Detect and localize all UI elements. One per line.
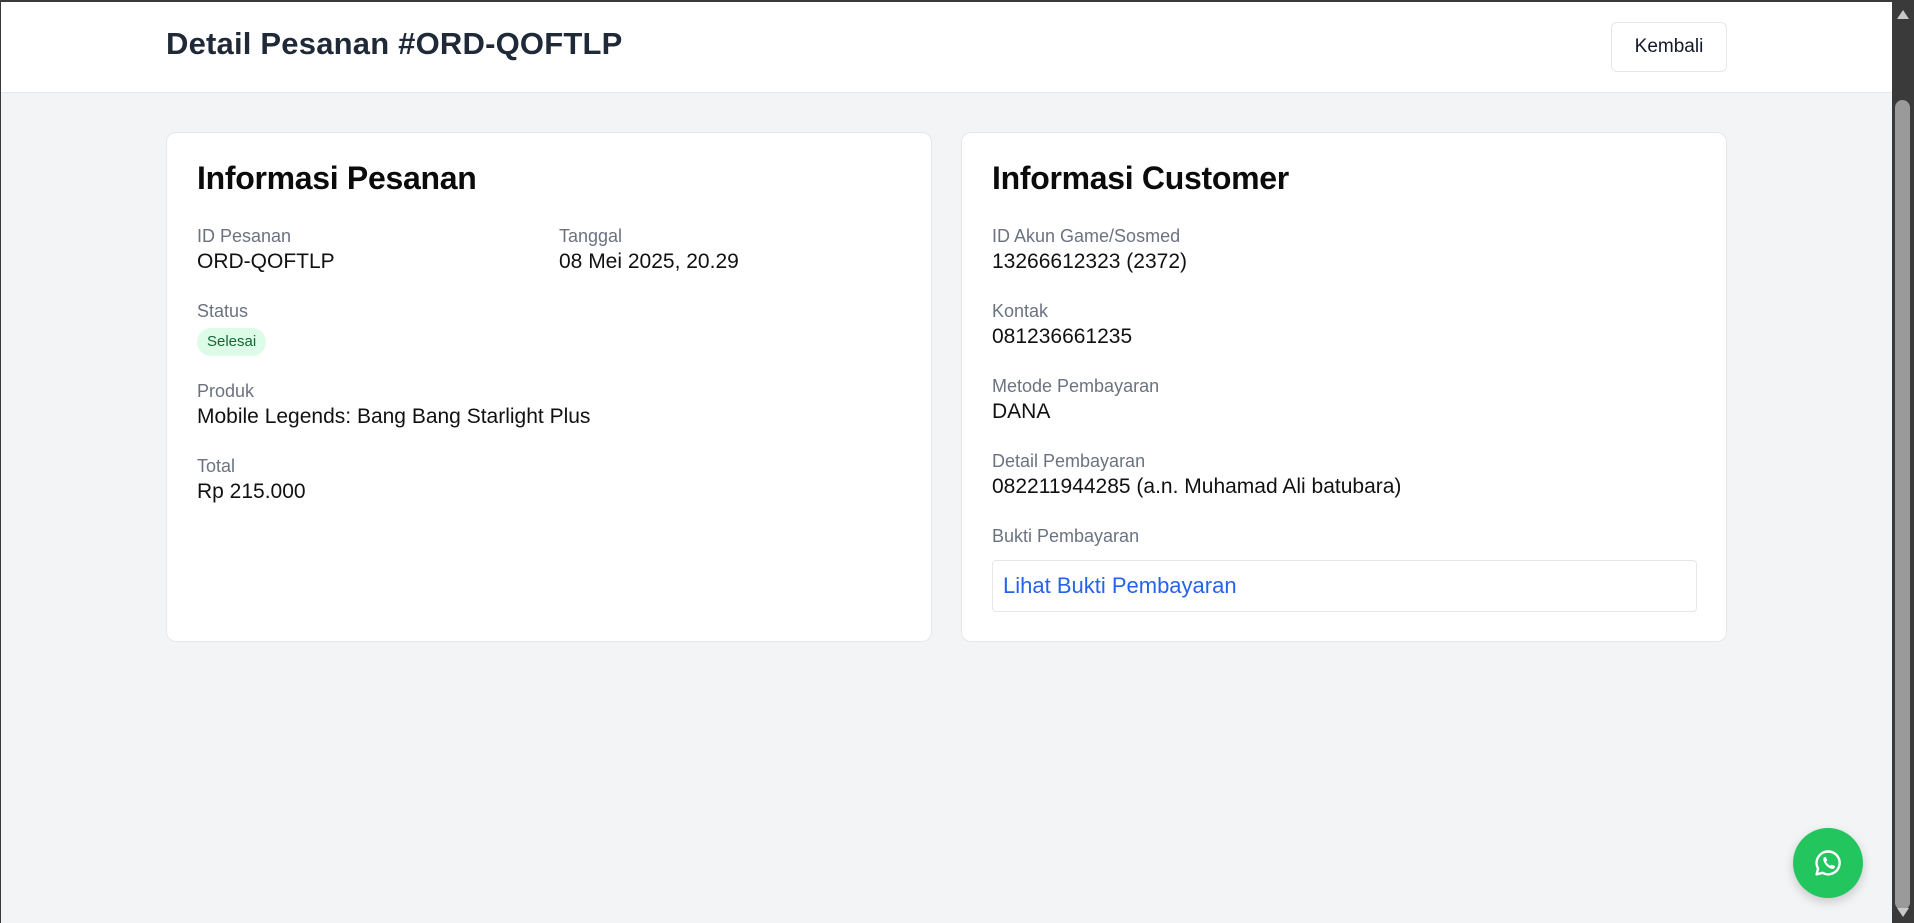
payment-detail-field: Detail Pembayaran 082211944285 (a.n. Muh… [992, 450, 1401, 501]
scrollbar-thumb[interactable] [1895, 100, 1910, 910]
scroll-down-arrow-icon[interactable] [1897, 908, 1909, 917]
whatsapp-chat-button[interactable] [1793, 828, 1863, 898]
order-product-field: Produk Mobile Legends: Bang Bang Starlig… [197, 380, 590, 431]
order-total-label: Total [197, 456, 236, 476]
view-payment-proof-link[interactable]: Lihat Bukti Pembayaran [1003, 573, 1237, 599]
payment-method-value: DANA [992, 400, 1051, 423]
contact-label: Kontak [992, 301, 1049, 321]
account-id-field: ID Akun Game/Sosmed 13266612323 (2372) [992, 225, 1187, 276]
order-total-field: Total Rp 215.000 [197, 455, 306, 506]
customer-info-title: Informasi Customer [992, 160, 1289, 196]
scroll-up-arrow-icon[interactable] [1897, 10, 1909, 19]
order-info-title: Informasi Pesanan [197, 160, 477, 196]
order-info-card: Informasi Pesanan ID Pesanan ORD-QOFTLP … [166, 132, 932, 642]
status-badge: Selesai [197, 328, 267, 356]
order-status-label: Status [197, 301, 249, 321]
payment-method-label: Metode Pembayaran [992, 376, 1160, 396]
order-product-value: Mobile Legends: Bang Bang Starlight Plus [197, 405, 591, 428]
order-date-label: Tanggal [559, 226, 623, 246]
order-date-field: Tanggal 08 Mei 2025, 20.29 [559, 225, 739, 276]
payment-proof-field: Bukti Pembayaran [992, 525, 1139, 547]
order-product-label: Produk [197, 381, 255, 401]
back-button[interactable]: Kembali [1611, 22, 1727, 72]
whatsapp-icon [1815, 850, 1841, 876]
payment-method-field: Metode Pembayaran DANA [992, 375, 1159, 426]
account-id-value: 13266612323 (2372) [992, 250, 1188, 273]
account-id-label: ID Akun Game/Sosmed [992, 226, 1181, 246]
contact-field: Kontak 081236661235 [992, 300, 1132, 351]
contact-value: 081236661235 [992, 325, 1133, 348]
top-header: Detail Pesanan #ORD-QOFTLP Kembali [1, 2, 1892, 93]
order-id-label: ID Pesanan [197, 226, 292, 246]
vertical-scrollbar[interactable] [1892, 0, 1914, 923]
payment-detail-value: 082211944285 (a.n. Muhamad Ali batubara) [992, 475, 1402, 498]
payment-detail-label: Detail Pembayaran [992, 451, 1146, 471]
order-total-value: Rp 215.000 [197, 480, 306, 503]
order-id-field: ID Pesanan ORD-QOFTLP [197, 225, 335, 276]
customer-info-card: Informasi Customer ID Akun Game/Sosmed 1… [961, 132, 1727, 642]
page-title: Detail Pesanan #ORD-QOFTLP [166, 26, 623, 61]
order-date-value: 08 Mei 2025, 20.29 [559, 250, 739, 273]
page-viewport: Detail Pesanan #ORD-QOFTLP Kembali Infor… [1, 2, 1892, 923]
payment-proof-label: Bukti Pembayaran [992, 526, 1140, 546]
order-id-value: ORD-QOFTLP [197, 250, 335, 273]
order-status-field: Status Selesai [197, 300, 267, 356]
payment-proof-box: Lihat Bukti Pembayaran [992, 560, 1697, 612]
